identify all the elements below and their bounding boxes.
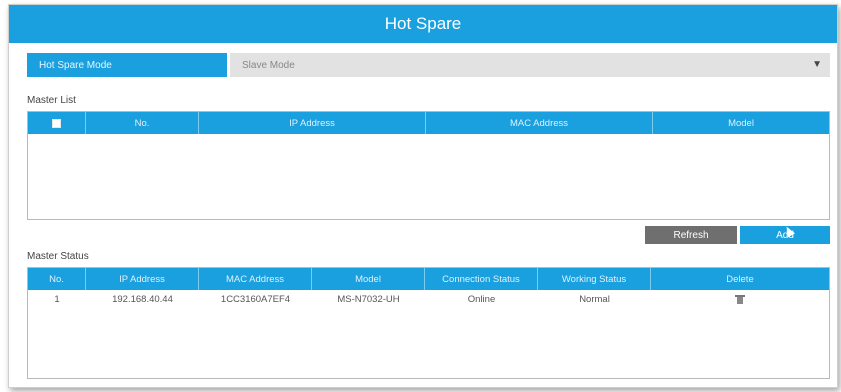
- master-status-table: No. IP Address MAC Address Model Connect…: [27, 267, 830, 379]
- mode-select-value: Slave Mode: [242, 59, 295, 71]
- column-header-connection-status: Connection Status: [425, 268, 538, 290]
- cell-no: 1: [54, 293, 60, 305]
- master-list-table: No. IP Address MAC Address Model: [27, 111, 830, 220]
- column-header-mac-address: MAC Address: [426, 112, 653, 134]
- column-header-ip-address: IP Address: [86, 268, 199, 290]
- trash-icon[interactable]: [735, 294, 745, 304]
- hot-spare-window: Hot Spare Hot Spare Mode Slave Mode ▼ Ma…: [8, 4, 838, 388]
- select-all-checkbox[interactable]: [52, 118, 61, 128]
- cell-mac-address: 1CC3160A7EF4: [220, 293, 291, 305]
- master-status-title: Master Status: [27, 251, 89, 262]
- master-status-header: No. IP Address MAC Address Model Connect…: [28, 268, 829, 290]
- column-header-ip-address: IP Address: [199, 112, 426, 134]
- hot-spare-mode-row: Hot Spare Mode Slave Mode ▼: [27, 53, 830, 77]
- refresh-button[interactable]: Refresh: [645, 226, 737, 244]
- master-list-header: No. IP Address MAC Address Model: [28, 112, 829, 134]
- column-header-no: No.: [86, 112, 199, 134]
- cell-ip-address: 192.168.40.44: [112, 293, 173, 305]
- master-list-title: Master List: [27, 95, 76, 106]
- column-header-no: No.: [28, 268, 86, 290]
- hot-spare-mode-label: Hot Spare Mode: [27, 53, 227, 77]
- column-header-model: Model: [728, 117, 754, 129]
- chevron-down-icon[interactable]: ▼: [812, 59, 822, 70]
- column-header-model: Model: [312, 268, 425, 290]
- cell-model: MS-N7032-UH: [337, 293, 400, 305]
- table-row: 1 192.168.40.44 1CC3160A7EF4 MS-N7032-UH…: [28, 290, 829, 308]
- window-title: Hot Spare: [9, 5, 837, 43]
- column-header-mac-address: MAC Address: [199, 268, 312, 290]
- cell-working-status: Normal: [579, 293, 610, 305]
- column-header-working-status: Working Status: [538, 268, 651, 290]
- select-all-cell: [28, 112, 86, 134]
- cell-connection-status: Online: [467, 293, 496, 305]
- cell-delete: [651, 290, 829, 308]
- hot-spare-mode-select[interactable]: Slave Mode ▼: [230, 53, 830, 77]
- column-header-delete: Delete: [726, 273, 754, 285]
